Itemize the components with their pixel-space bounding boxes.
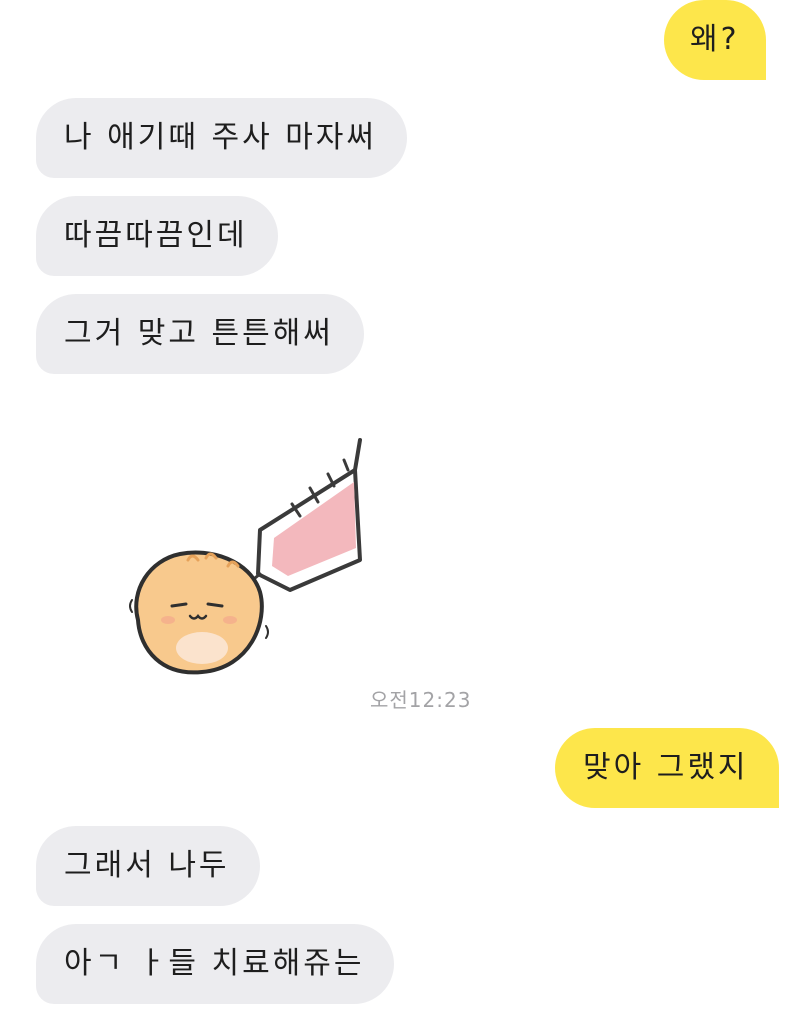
my-message-bubble[interactable]: 왜?: [664, 0, 766, 80]
hamster-icon: [129, 550, 269, 675]
message-text: 따끔따끔인데: [64, 218, 248, 253]
message-text: 나 애기때 주사 마자써: [64, 120, 378, 155]
message-text: 그거 맞고 튼튼해써: [64, 316, 334, 351]
message-text: 왜?: [690, 22, 740, 57]
their-message-bubble[interactable]: 아ㄱ ㅏ들 치료해쥬는: [36, 924, 395, 1004]
sticker-image: [129, 438, 362, 675]
message-timestamp: 오전12:23: [370, 688, 472, 712]
their-message-bubble[interactable]: 그거 맞고 튼튼해써: [36, 294, 364, 374]
message-text: 맞아 그랬지: [583, 750, 749, 785]
their-message-bubble[interactable]: 나 애기때 주사 마자써: [36, 98, 408, 178]
their-message-bubble[interactable]: 따끔따끔인데: [36, 196, 278, 276]
their-message-bubble[interactable]: 그래서 나두: [36, 826, 260, 906]
my-message-bubble[interactable]: 맞아 그랬지: [555, 728, 779, 808]
syringe-icon: [248, 438, 362, 592]
message-text: 아ㄱ ㅏ들 치료해쥬는: [64, 946, 365, 981]
hamster-injection-sticker[interactable]: [110, 430, 370, 690]
message-text: 그래서 나두: [64, 848, 230, 883]
